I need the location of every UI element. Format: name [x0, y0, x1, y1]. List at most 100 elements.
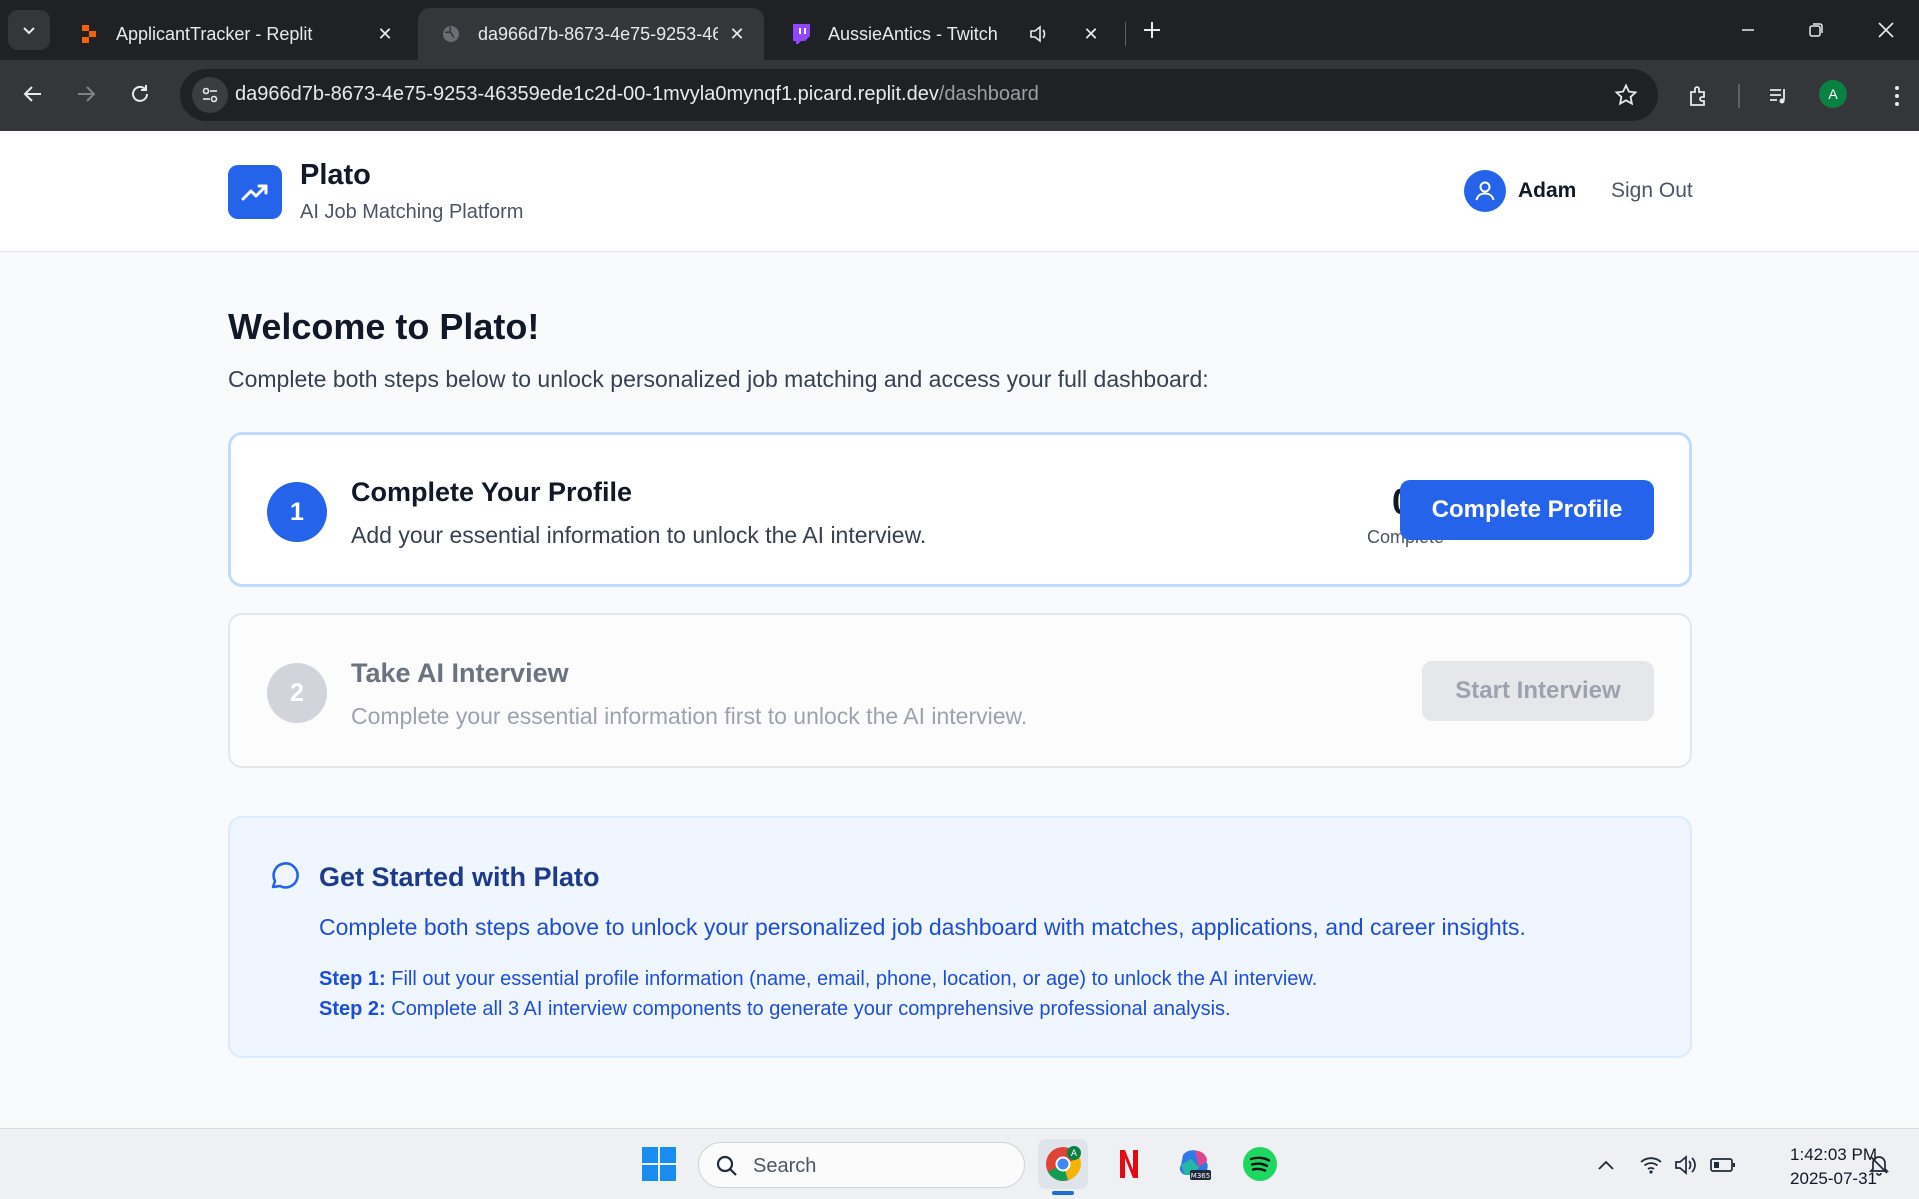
clock-date: 2025-07-31	[1790, 1169, 1877, 1188]
get-started-panel: Get Started with Plato Complete both ste…	[228, 816, 1692, 1058]
brand-tagline: AI Job Matching Platform	[300, 201, 524, 223]
tab-label: da966d7b-8673-4e75-9253-463	[478, 23, 718, 44]
battery-button[interactable]	[1709, 1151, 1737, 1179]
step-number: 1	[267, 482, 327, 542]
site-info-button[interactable]	[192, 77, 228, 113]
taskbar-chrome[interactable]: A	[1038, 1139, 1088, 1189]
url-host: da966d7b-8673-4e75-9253-46359ede1c2d-00-…	[235, 83, 939, 105]
back-button[interactable]	[13, 74, 53, 114]
media-control-button[interactable]	[1761, 78, 1797, 114]
complete-profile-button[interactable]: Complete Profile	[1400, 480, 1654, 540]
windows-start-icon[interactable]	[641, 1146, 677, 1182]
show-hidden-icons-button[interactable]	[1592, 1151, 1620, 1179]
clock-time: 1:42:03 PM	[1790, 1145, 1877, 1164]
extensions-button[interactable]	[1681, 78, 1717, 114]
taskbar-search-placeholder: Search	[753, 1155, 817, 1177]
get-started-title: Get Started with Plato	[319, 862, 600, 892]
taskbar-spotify[interactable]	[1235, 1139, 1285, 1189]
taskbar-m365[interactable]: M365	[1169, 1139, 1219, 1189]
tab-label: AussieAntics - Twitch	[828, 23, 998, 44]
url-path: /dashboard	[938, 83, 1039, 105]
volume-icon	[1675, 1155, 1696, 1175]
step-number: 2	[267, 663, 327, 723]
step-title: Complete Your Profile	[351, 477, 633, 507]
close-icon[interactable]: ✕	[374, 23, 396, 45]
reload-icon	[132, 85, 148, 102]
toolbar-divider	[1738, 84, 1740, 108]
tab-twitch[interactable]: AussieAntics - Twitch ✕	[768, 8, 1118, 60]
step-description: Complete your essential information firs…	[351, 703, 1028, 729]
reload-button[interactable]	[120, 74, 160, 114]
user-name: Adam	[1518, 179, 1577, 202]
puzzle-icon	[1690, 86, 1705, 106]
get-started-text: Complete both steps above to unlock your…	[319, 914, 1526, 940]
close-icon[interactable]: ✕	[1080, 23, 1102, 45]
minimize-icon	[1742, 29, 1754, 31]
trending-up-icon	[241, 184, 268, 201]
taskbar-clock[interactable]: 1:42:03 PM 2025-07-31	[1762, 1143, 1877, 1191]
tab-applicanttracker[interactable]: ApplicantTracker - Replit ✕	[56, 8, 412, 60]
step-description: Add your essential information to unlock…	[351, 522, 927, 548]
browser-tab-bar: ApplicantTracker - Replit ✕ da966d7b-867…	[0, 0, 1919, 60]
browser-toolbar: da966d7b-8673-4e75-9253-46359ede1c2d-00-…	[0, 60, 1919, 131]
step-title: Take AI Interview	[351, 658, 569, 688]
brand-name: Plato	[300, 159, 371, 191]
search-icon	[716, 1155, 737, 1176]
tab-separator	[1125, 22, 1126, 46]
arrow-left-icon	[23, 86, 41, 102]
spotify-icon	[1243, 1147, 1277, 1181]
chrome-icon: A	[1046, 1146, 1081, 1181]
forward-button[interactable]	[66, 74, 106, 114]
minimize-button[interactable]	[1720, 8, 1776, 52]
restore-button[interactable]	[1788, 8, 1844, 52]
replit-icon	[78, 23, 100, 45]
microsoft-365-icon: M365	[1179, 1150, 1211, 1180]
bookmark-button[interactable]	[1612, 81, 1640, 109]
taskbar-netflix[interactable]	[1104, 1139, 1154, 1189]
page-intro: Complete both steps below to unlock pers…	[228, 366, 1209, 392]
get-started-step-1: Step 1: Fill out your essential profile …	[319, 968, 1317, 991]
close-icon	[1878, 22, 1894, 38]
notifications-button[interactable]	[1865, 1151, 1893, 1179]
address-bar[interactable]: da966d7b-8673-4e75-9253-46359ede1c2d-00-…	[180, 69, 1658, 121]
restore-icon	[1809, 23, 1823, 37]
tab-search-button[interactable]	[8, 10, 50, 50]
chevron-down-icon	[23, 27, 35, 35]
volume-button[interactable]	[1672, 1151, 1700, 1179]
step-card-interview: 2 Take AI Interview Complete your essent…	[228, 613, 1692, 768]
twitch-icon	[790, 23, 812, 45]
svg-text:A: A	[1071, 1149, 1078, 1159]
start-interview-button[interactable]: Start Interview	[1422, 661, 1654, 721]
tab-label: ApplicantTracker - Replit	[116, 23, 313, 44]
close-window-button[interactable]	[1858, 8, 1914, 52]
wifi-icon	[1640, 1157, 1662, 1174]
new-tab-button[interactable]	[1136, 12, 1168, 48]
page-title: Welcome to Plato!	[228, 306, 540, 347]
network-button[interactable]	[1637, 1151, 1665, 1179]
get-started-step-2: Step 2: Complete all 3 AI interview comp…	[319, 998, 1231, 1021]
more-vert-icon	[1895, 86, 1899, 106]
close-icon[interactable]: ✕	[726, 23, 748, 45]
media-queue-icon	[1770, 89, 1785, 104]
chevron-up-icon	[1598, 1160, 1614, 1170]
url-text[interactable]: da966d7b-8673-4e75-9253-46359ede1c2d-00-…	[235, 83, 1039, 106]
logo[interactable]	[228, 165, 282, 219]
arrow-right-icon	[78, 86, 96, 102]
step-text: Complete all 3 AI interview components t…	[385, 998, 1231, 1020]
app-header: Plato AI Job Matching Platform Adam Sign…	[0, 131, 1919, 252]
step-label: Step 2:	[319, 998, 386, 1020]
speaker-icon[interactable]	[1028, 23, 1050, 45]
active-app-indicator	[1052, 1191, 1074, 1195]
sign-out-button[interactable]: Sign Out	[1611, 179, 1693, 203]
browser-menu-button[interactable]	[1879, 78, 1915, 114]
svg-text:M365: M365	[1191, 1172, 1210, 1180]
battery-icon	[1710, 1158, 1735, 1172]
user-avatar[interactable]	[1464, 170, 1506, 212]
step-card-profile: 1 Complete Your Profile Add your essenti…	[228, 432, 1692, 587]
tune-icon	[202, 87, 218, 103]
profile-avatar[interactable]: A	[1819, 80, 1847, 108]
netflix-icon	[1120, 1150, 1138, 1178]
taskbar-search[interactable]: Search	[698, 1142, 1025, 1188]
step-label: Step 1:	[319, 968, 386, 990]
tab-dashboard[interactable]: da966d7b-8673-4e75-9253-463 ✕	[418, 8, 764, 60]
